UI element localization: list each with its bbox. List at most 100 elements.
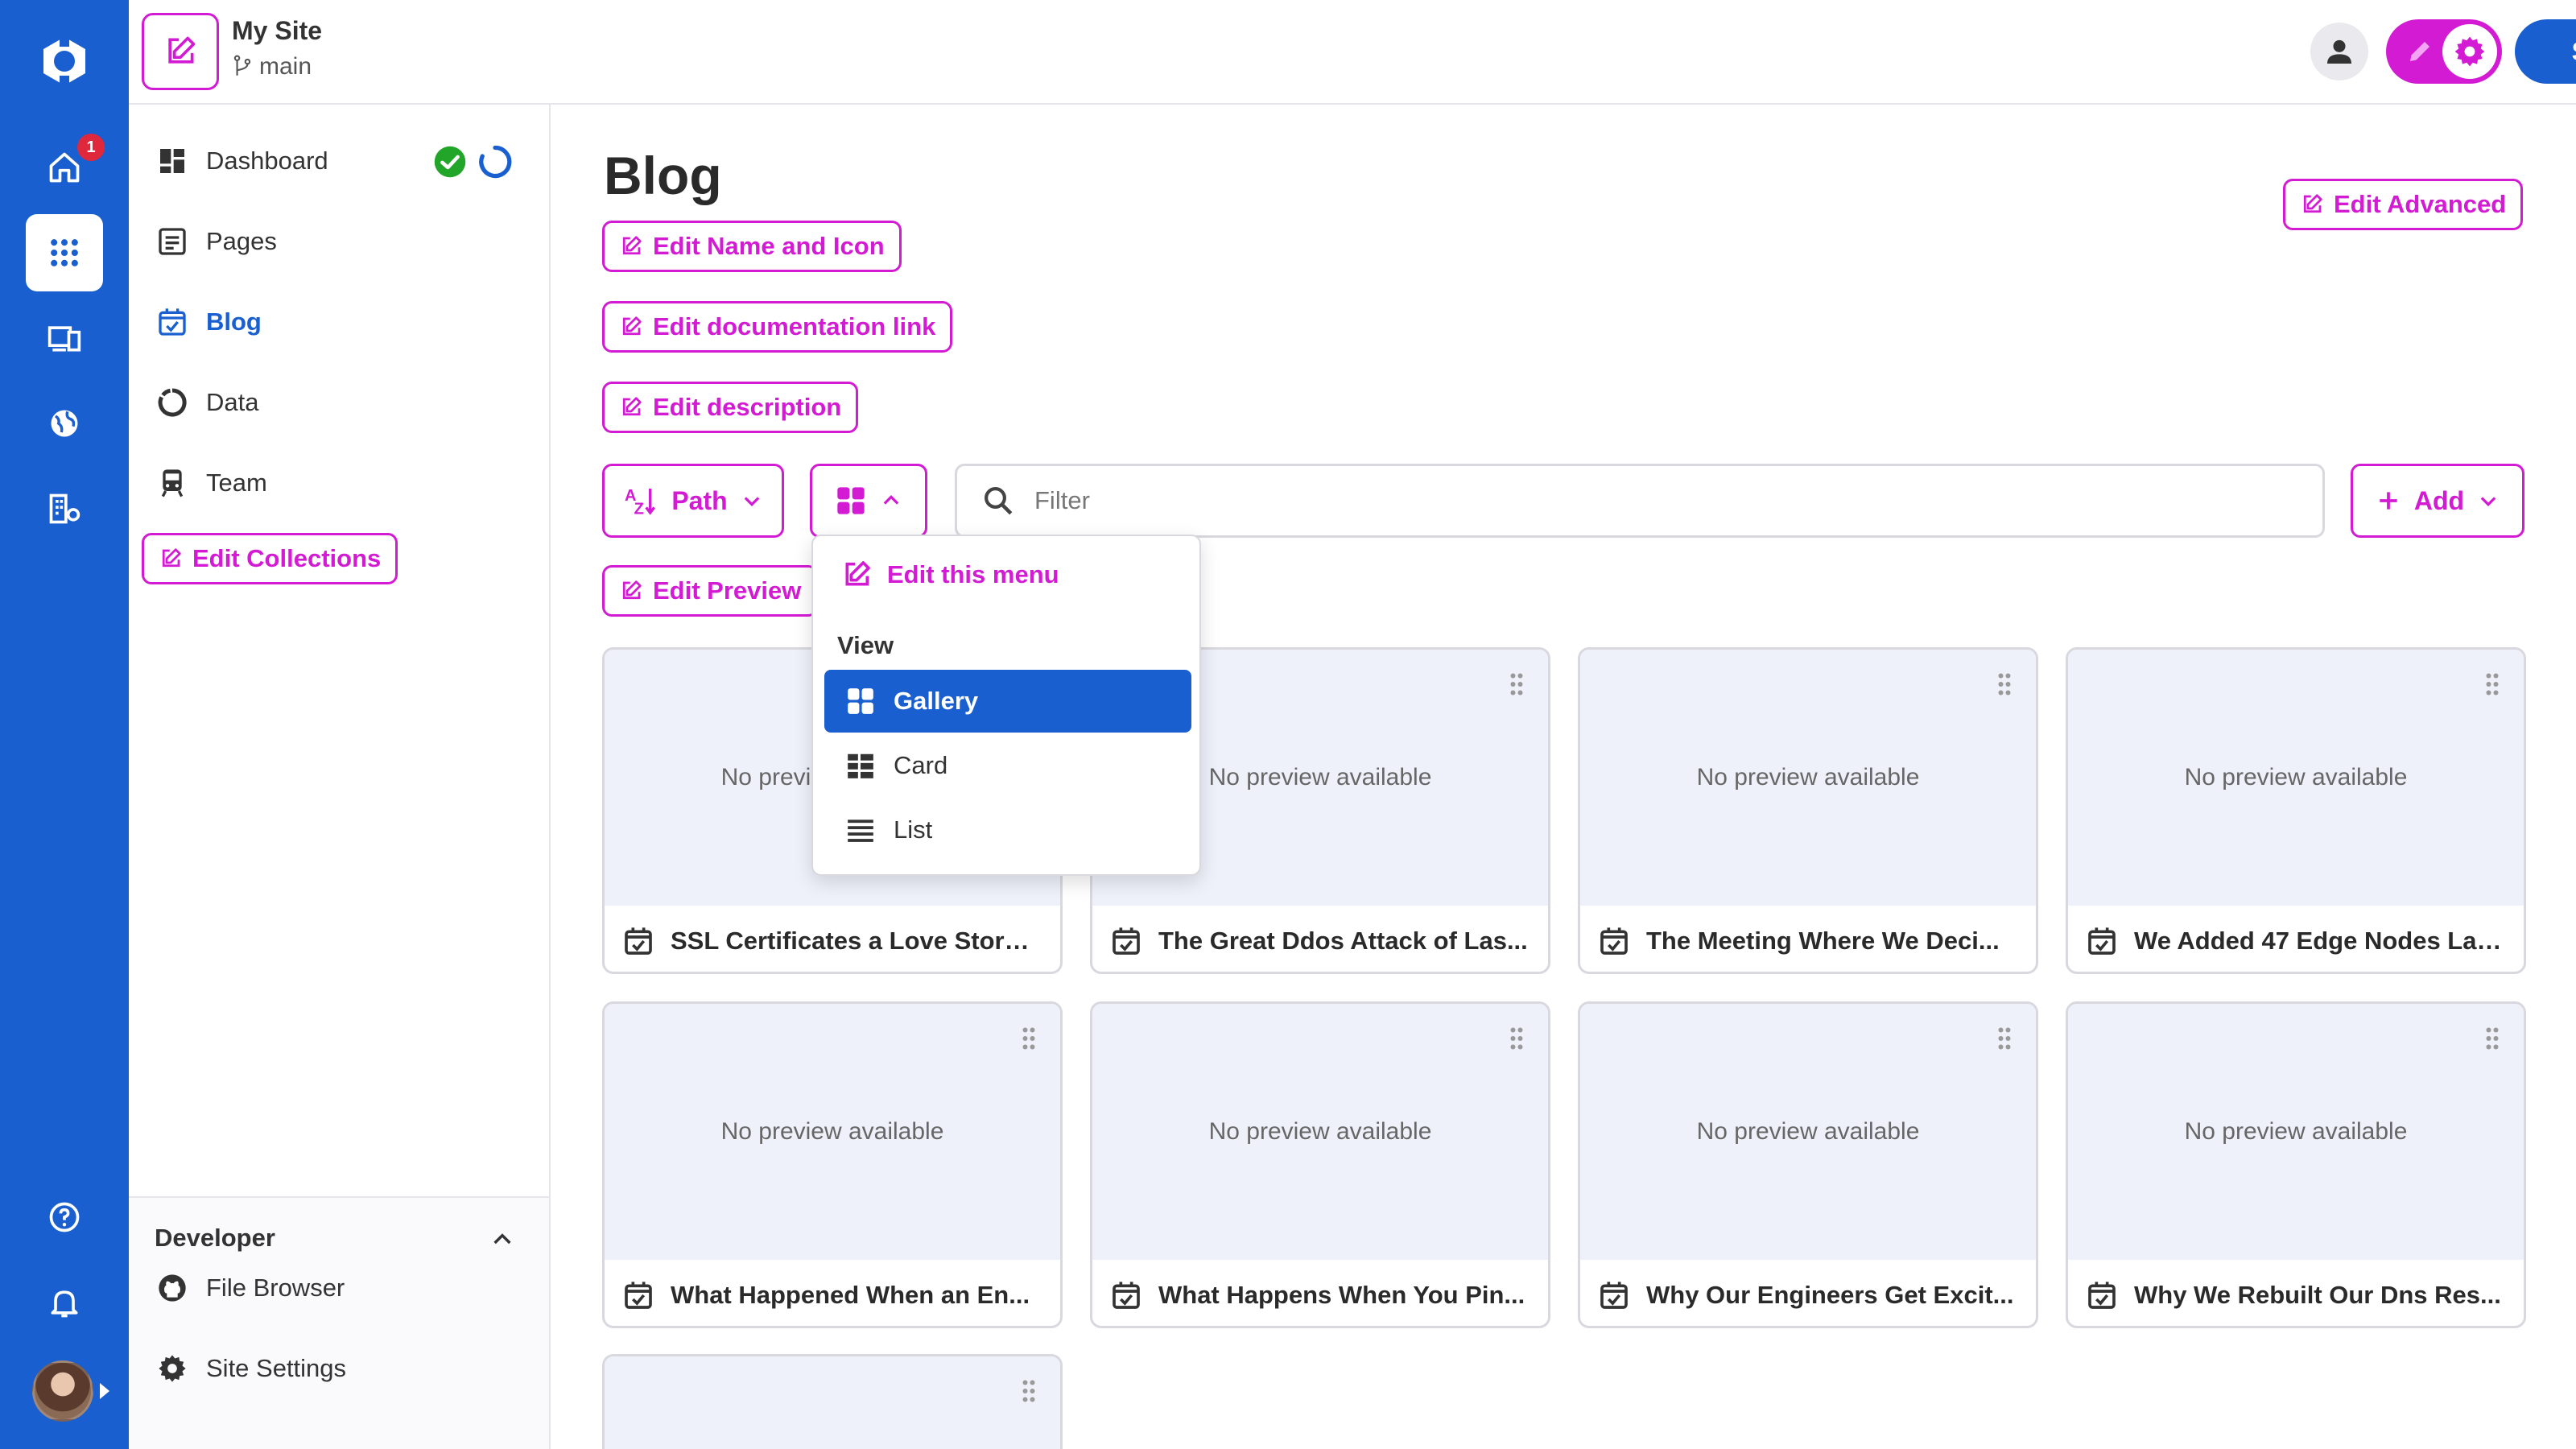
gallery-card[interactable]: No preview available What Happened When a… — [602, 1001, 1063, 1328]
add-button[interactable]: Add — [2351, 464, 2524, 538]
chevron-up-icon[interactable] — [489, 1227, 515, 1253]
sidebar-item-dashboard[interactable]: Dashboard — [155, 137, 328, 185]
edit-square-icon — [168, 36, 196, 64]
gallery-card[interactable]: No preview available The Meeting Where We… — [1578, 647, 2038, 974]
card-view-icon — [848, 753, 873, 778]
left-rail: 1 — [0, 0, 129, 1449]
gallery-card[interactable]: No preview available Why Our Engineers Ge… — [1578, 1001, 2038, 1328]
card-footer: SSL Certificates a Love Story ... — [605, 906, 1060, 972]
loading-spinner-icon — [479, 145, 512, 179]
edit-site-button[interactable] — [142, 13, 219, 90]
developer-section: Developer File Browser Site Settings — [129, 1196, 549, 1449]
rail-notifications-button[interactable] — [26, 1264, 103, 1341]
github-icon — [155, 1270, 190, 1306]
help-circle-icon — [49, 1202, 80, 1232]
sidebar: Dashboard Pages Blog Data Team Edit Coll… — [129, 105, 551, 1449]
account-button[interactable] — [2310, 23, 2368, 80]
rail-devices-button[interactable] — [26, 299, 103, 377]
menu-option-gallery[interactable]: Gallery — [824, 670, 1191, 733]
card-preview: No preview available — [2068, 1004, 2524, 1260]
sidebar-item-label: File Browser — [206, 1274, 345, 1302]
calendar-check-icon — [625, 927, 652, 955]
gallery-grid-icon — [837, 487, 865, 514]
sort-button[interactable]: AZ Path — [602, 464, 784, 538]
page-title: Blog — [604, 146, 722, 205]
card-preview: No preview available — [605, 1004, 1060, 1260]
edit-square-icon — [162, 548, 181, 568]
sidebar-item-blog[interactable]: Blog — [155, 298, 262, 346]
user-avatar[interactable] — [32, 1360, 93, 1422]
branch-indicator[interactable]: main — [232, 53, 312, 80]
edit-description-label: Edit description — [653, 393, 842, 421]
drag-handle-icon[interactable] — [1997, 1026, 2012, 1051]
view-mode-button[interactable] — [810, 464, 927, 538]
card-title: What Happened When an En... — [671, 1281, 1030, 1309]
svg-text:Z: Z — [634, 501, 644, 517]
drag-handle-icon[interactable] — [1509, 1026, 1524, 1051]
card-title: Why We Rebuilt Our Dns Res... — [2134, 1281, 2501, 1309]
sidebar-item-team[interactable]: Team — [155, 459, 267, 507]
edit-name-icon-label: Edit Name and Icon — [653, 232, 885, 260]
rail-buildings-button[interactable] — [26, 470, 103, 547]
card-footer: What Happens When You Pin... — [1092, 1260, 1548, 1326]
sidebar-item-site-settings[interactable]: Site Settings — [155, 1344, 346, 1393]
list-view-icon — [848, 819, 873, 842]
edit-square-icon — [622, 397, 642, 416]
edit-square-icon — [2303, 194, 2322, 213]
save-button[interactable]: Save — [2515, 19, 2576, 84]
drag-handle-icon[interactable] — [1997, 672, 2012, 696]
filter-input[interactable]: Filter — [955, 464, 2325, 538]
edit-advanced-label: Edit Advanced — [2334, 190, 2507, 218]
menu-option-list[interactable]: List — [824, 799, 1191, 861]
no-preview-text: No preview available — [1208, 1118, 1432, 1145]
edit-square-icon — [845, 561, 870, 586]
gallery-card-partial[interactable] — [602, 1354, 1063, 1449]
gallery-card[interactable]: No preview available We Added 47 Edge Nod… — [2066, 647, 2526, 974]
sidebar-item-pages[interactable]: Pages — [155, 217, 277, 266]
avatar-caret-icon — [100, 1383, 109, 1399]
gear-icon — [2454, 36, 2485, 67]
site-name: My Site — [232, 16, 323, 45]
no-preview-text: No preview available — [1696, 764, 1920, 791]
home-badge: 1 — [77, 134, 105, 161]
edit-description-button[interactable]: Edit description — [602, 382, 859, 433]
menu-option-card[interactable]: Card — [824, 734, 1191, 797]
sidebar-item-file-browser[interactable]: File Browser — [155, 1264, 345, 1312]
drag-handle-icon[interactable] — [2485, 1026, 2500, 1051]
sort-az-icon: AZ — [625, 487, 656, 517]
edit-mode-toggle[interactable] — [2386, 19, 2502, 84]
drag-handle-icon[interactable] — [2485, 672, 2500, 696]
app-logo-icon[interactable] — [35, 32, 93, 90]
rail-home-button[interactable]: 1 — [26, 129, 105, 206]
drag-handle-icon[interactable] — [1022, 1026, 1036, 1051]
menu-section-label: View — [837, 631, 894, 659]
edit-name-icon-button[interactable]: Edit Name and Icon — [602, 221, 902, 272]
pencil-icon — [2410, 42, 2429, 61]
devices-icon — [47, 326, 81, 352]
gallery-card[interactable]: No preview available Why We Rebuilt Our D… — [2066, 1001, 2526, 1328]
edit-advanced-button[interactable]: Edit Advanced — [2283, 179, 2524, 230]
sidebar-item-data[interactable]: Data — [155, 378, 258, 427]
menu-option-label: Card — [894, 751, 948, 779]
edit-preview-button[interactable]: Edit Preview — [602, 565, 819, 617]
rail-globe-button[interactable] — [26, 385, 103, 462]
edit-this-menu-label: Edit this menu — [887, 560, 1059, 588]
add-label: Add — [2413, 485, 2465, 515]
rail-help-button[interactable] — [26, 1179, 103, 1256]
edit-collections-button[interactable]: Edit Collections — [142, 533, 398, 584]
calendar-check-icon — [2088, 927, 2116, 955]
card-footer: What Happened When an En... — [605, 1260, 1060, 1326]
drag-handle-icon[interactable] — [1509, 672, 1524, 696]
calendar-check-icon — [1113, 927, 1140, 955]
sidebar-item-label: Pages — [206, 227, 277, 255]
rail-apps-button[interactable] — [26, 214, 103, 291]
edit-this-menu-button[interactable]: Edit this menu — [840, 559, 1059, 591]
menu-option-label: Gallery — [894, 687, 979, 715]
chevron-up-icon — [883, 495, 899, 505]
calendar-check-icon — [2088, 1282, 2116, 1309]
edit-documentation-link-button[interactable]: Edit documentation link — [602, 301, 953, 353]
calendar-check-icon — [1600, 927, 1628, 955]
gallery-card[interactable]: No preview available What Happens When Yo… — [1090, 1001, 1550, 1328]
card-preview: No preview available — [1580, 650, 2036, 906]
drag-handle-icon[interactable] — [1022, 1379, 1036, 1403]
